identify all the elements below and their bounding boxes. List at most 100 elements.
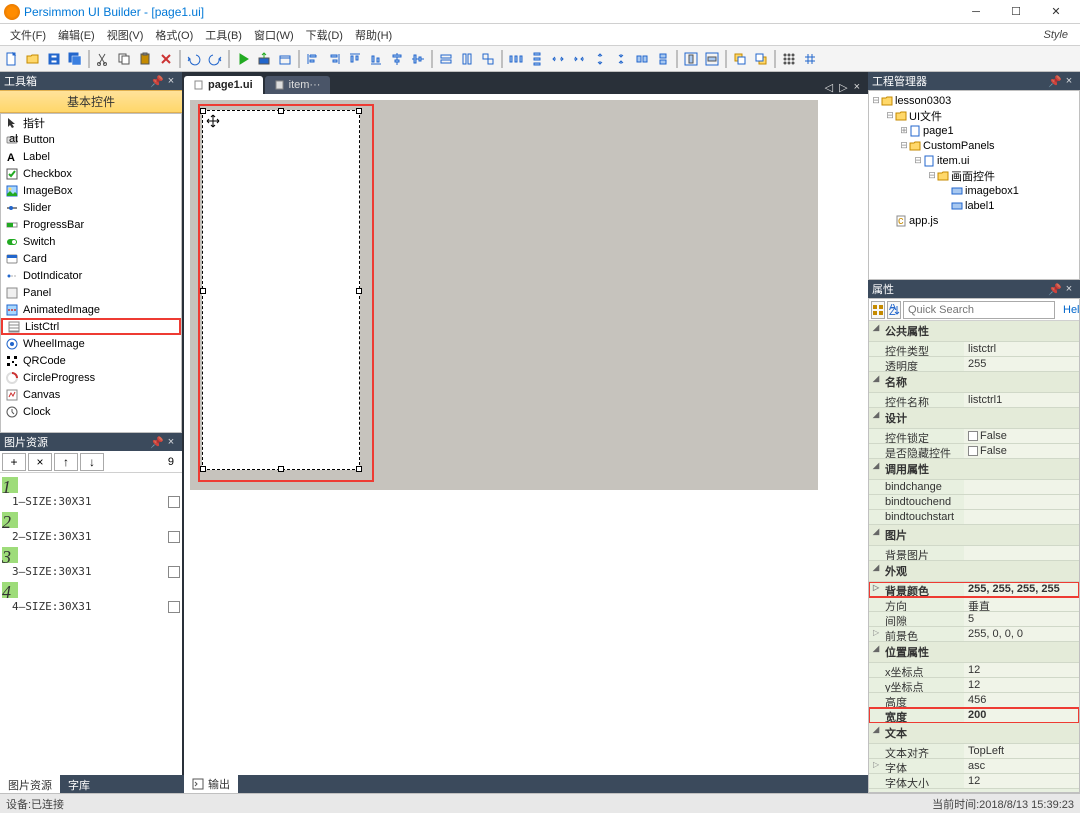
pin-icon[interactable]: 📌 bbox=[1048, 283, 1062, 296]
property-row[interactable]: 背景颜色255, 255, 255, 255 bbox=[869, 582, 1079, 597]
property-value[interactable]: 255, 255, 255, 255 bbox=[964, 582, 1079, 596]
menu-view[interactable]: 视图(V) bbox=[101, 25, 150, 45]
artboard[interactable] bbox=[190, 100, 818, 490]
menu-download[interactable]: 下载(D) bbox=[300, 25, 349, 45]
property-row[interactable]: 控件类型listctrl bbox=[869, 342, 1079, 357]
tool-item-slider[interactable]: Slider bbox=[1, 199, 181, 216]
property-value[interactable] bbox=[964, 480, 1079, 494]
paste-icon[interactable] bbox=[135, 49, 155, 69]
toolbox-section[interactable]: 基本控件 bbox=[0, 90, 182, 113]
output-tab[interactable]: 输出 bbox=[184, 774, 238, 793]
sort-az-icon[interactable]: AZ bbox=[887, 301, 901, 319]
delete-icon[interactable] bbox=[156, 49, 176, 69]
image-list[interactable]: 11—SIZE:30X3122—SIZE:30X3133—SIZE:30X314… bbox=[0, 473, 182, 775]
align-center-h-icon[interactable] bbox=[387, 49, 407, 69]
tool-item-circleprogress[interactable]: CircleProgress bbox=[1, 369, 181, 386]
same-size-icon[interactable] bbox=[478, 49, 498, 69]
property-value[interactable]: False bbox=[964, 444, 1079, 458]
space-remove-h-icon[interactable] bbox=[632, 49, 652, 69]
project-tree[interactable]: ⊟lesson0303⊟UI文件⊞page1⊟CustomPanels⊟item… bbox=[868, 90, 1080, 280]
checkbox[interactable] bbox=[168, 601, 180, 613]
tool-item-指针[interactable]: 指针 bbox=[1, 114, 181, 131]
maximize-button[interactable]: ☐ bbox=[996, 0, 1036, 24]
open-icon[interactable] bbox=[23, 49, 43, 69]
image-entry[interactable]: 11—SIZE:30X31 bbox=[2, 475, 180, 510]
property-value[interactable]: 垂直 bbox=[964, 597, 1079, 611]
checkbox[interactable] bbox=[168, 531, 180, 543]
align-center-v-icon[interactable] bbox=[408, 49, 428, 69]
property-value[interactable]: 12 bbox=[964, 678, 1079, 692]
bring-front-icon[interactable] bbox=[730, 49, 750, 69]
minimize-button[interactable]: ─ bbox=[956, 0, 996, 24]
resize-handle[interactable] bbox=[356, 108, 362, 114]
tree-node[interactable]: ⊟lesson0303 bbox=[871, 93, 1077, 108]
close-panel-icon[interactable]: × bbox=[164, 436, 178, 448]
property-category[interactable]: 公共属性 bbox=[869, 321, 1079, 342]
property-row[interactable]: 背景图片 bbox=[869, 546, 1079, 561]
tree-node[interactable]: ⊟UI文件 bbox=[871, 108, 1077, 123]
tool-item-switch[interactable]: Switch bbox=[1, 233, 181, 250]
property-category[interactable]: 图片 bbox=[869, 525, 1079, 546]
menu-edit[interactable]: 编辑(E) bbox=[52, 25, 101, 45]
property-row[interactable]: 字体asc bbox=[869, 759, 1079, 774]
expand-icon[interactable]: ⊟ bbox=[885, 110, 895, 121]
menu-format[interactable]: 格式(O) bbox=[149, 25, 199, 45]
tool-item-listctrl[interactable]: ListCtrl bbox=[1, 318, 181, 335]
new-icon[interactable] bbox=[2, 49, 22, 69]
tool-item-imagebox[interactable]: ImageBox bbox=[1, 182, 181, 199]
prev-tab-icon[interactable]: ◁ bbox=[823, 81, 835, 94]
close-tab-icon[interactable]: × bbox=[852, 81, 862, 94]
property-row[interactable]: bindchange bbox=[869, 480, 1079, 495]
property-category[interactable]: 名称 bbox=[869, 372, 1079, 393]
property-row[interactable]: 宽度200 bbox=[869, 708, 1079, 723]
property-value[interactable] bbox=[964, 510, 1079, 524]
property-category[interactable]: 文本 bbox=[869, 723, 1079, 744]
checkbox[interactable] bbox=[168, 566, 180, 578]
close-panel-icon[interactable]: × bbox=[1062, 283, 1076, 295]
send-back-icon[interactable] bbox=[751, 49, 771, 69]
checkbox[interactable] bbox=[168, 496, 180, 508]
tool-item-label[interactable]: ALabel bbox=[1, 148, 181, 165]
property-category[interactable]: 位置属性 bbox=[869, 642, 1079, 663]
space-h-inc-icon[interactable] bbox=[548, 49, 568, 69]
expand-icon[interactable]: ⊟ bbox=[927, 170, 937, 181]
properties-grid[interactable]: 公共属性控件类型listctrl透明度255名称控件名称listctrl1设计控… bbox=[869, 321, 1079, 792]
property-row[interactable]: 控件锁定False bbox=[869, 429, 1079, 444]
property-value[interactable] bbox=[964, 546, 1079, 560]
move-up-button[interactable]: ↑ bbox=[54, 453, 78, 471]
menu-file[interactable]: 文件(F) bbox=[4, 25, 52, 45]
tool-item-checkbox[interactable]: Checkbox bbox=[1, 165, 181, 182]
tab-images[interactable]: 图片资源 bbox=[0, 775, 60, 793]
center-h-form-icon[interactable] bbox=[681, 49, 701, 69]
tab-item[interactable]: item··· bbox=[265, 76, 331, 94]
tool-item-wheelimage[interactable]: WheelImage bbox=[1, 335, 181, 352]
grid-dots-icon[interactable] bbox=[779, 49, 799, 69]
property-row[interactable]: bindtouchstart bbox=[869, 510, 1079, 525]
undo-icon[interactable] bbox=[184, 49, 204, 69]
property-row[interactable]: 是否隐藏控件False bbox=[869, 444, 1079, 459]
deploy-icon[interactable] bbox=[254, 49, 274, 69]
property-row[interactable]: 文本对齐TopLeft bbox=[869, 744, 1079, 759]
tool-item-clock[interactable]: Clock bbox=[1, 403, 181, 420]
space-h-dec-icon[interactable] bbox=[569, 49, 589, 69]
move-down-button[interactable]: ↓ bbox=[80, 453, 104, 471]
tree-node[interactable]: ⊟item.ui bbox=[871, 153, 1077, 168]
menu-window[interactable]: 窗口(W) bbox=[248, 25, 300, 45]
tab-fonts[interactable]: 字库 bbox=[60, 775, 98, 793]
resize-handle[interactable] bbox=[356, 466, 362, 472]
menu-tools[interactable]: 工具(B) bbox=[199, 25, 248, 45]
pin-icon[interactable]: 📌 bbox=[150, 75, 164, 88]
tree-node[interactable]: ⊟画面控件 bbox=[871, 168, 1077, 183]
expand-icon[interactable]: ⊟ bbox=[913, 155, 923, 166]
menu-help[interactable]: 帮助(H) bbox=[349, 25, 398, 45]
resize-handle[interactable] bbox=[356, 288, 362, 294]
property-row[interactable]: bindtouchend bbox=[869, 495, 1079, 510]
property-value[interactable]: 12 bbox=[964, 663, 1079, 677]
expand-icon[interactable]: ⊟ bbox=[871, 95, 881, 106]
grid-lines-icon[interactable] bbox=[800, 49, 820, 69]
center-v-form-icon[interactable] bbox=[702, 49, 722, 69]
run-icon[interactable] bbox=[233, 49, 253, 69]
align-top-icon[interactable] bbox=[345, 49, 365, 69]
package-icon[interactable] bbox=[275, 49, 295, 69]
same-height-icon[interactable] bbox=[457, 49, 477, 69]
